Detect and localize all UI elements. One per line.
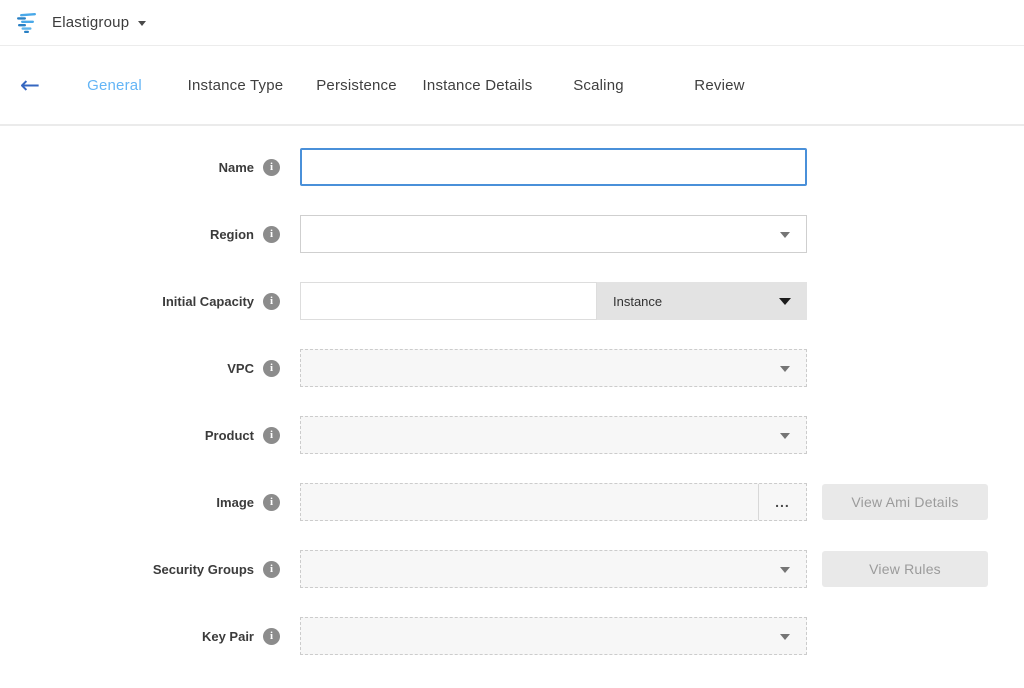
field-col bbox=[300, 550, 807, 588]
region-select[interactable] bbox=[300, 215, 807, 253]
label-col: Product i bbox=[0, 427, 280, 444]
product-label: Product bbox=[205, 428, 254, 443]
label-col: Name i bbox=[0, 159, 280, 176]
info-icon[interactable]: i bbox=[263, 628, 280, 645]
form-row-region: Region i bbox=[0, 215, 1024, 253]
back-button[interactable]: ← bbox=[20, 70, 50, 100]
field-col bbox=[300, 349, 807, 387]
dropdown-caret-icon bbox=[779, 298, 791, 305]
wizard-tabs: General Instance Type Persistence Instan… bbox=[54, 77, 780, 94]
label-col: Image i bbox=[0, 494, 280, 511]
view-ami-details-button: View Ami Details bbox=[822, 484, 988, 520]
info-icon[interactable]: i bbox=[263, 494, 280, 511]
tab-instance-details[interactable]: Instance Details bbox=[417, 77, 538, 94]
form-row-security-groups: Security Groups i View Rules bbox=[0, 550, 1024, 588]
info-icon[interactable]: i bbox=[263, 226, 280, 243]
form-row-image: Image i ... View Ami Details bbox=[0, 483, 1024, 521]
info-icon[interactable]: i bbox=[263, 360, 280, 377]
label-col: Security Groups i bbox=[0, 561, 280, 578]
initial-capacity-input[interactable] bbox=[300, 282, 597, 320]
name-input[interactable] bbox=[300, 148, 807, 186]
security-groups-label: Security Groups bbox=[153, 562, 254, 577]
label-col: Key Pair i bbox=[0, 628, 280, 645]
capacity-unit-value: Instance bbox=[613, 294, 662, 309]
form-row-name: Name i bbox=[0, 148, 1024, 186]
field-col: ... bbox=[300, 483, 807, 521]
tab-persistence[interactable]: Persistence bbox=[296, 77, 417, 94]
image-label: Image bbox=[216, 495, 254, 510]
dropdown-caret-icon bbox=[780, 567, 790, 573]
field-col bbox=[300, 617, 807, 655]
label-col: Initial Capacity i bbox=[0, 293, 280, 310]
form-row-key-pair: Key Pair i bbox=[0, 617, 1024, 655]
tab-instance-type[interactable]: Instance Type bbox=[175, 77, 296, 94]
wizard-tab-bar: ← General Instance Type Persistence Inst… bbox=[0, 46, 1024, 126]
info-icon[interactable]: i bbox=[263, 561, 280, 578]
region-label: Region bbox=[210, 227, 254, 242]
browse-ellipsis-button: ... bbox=[758, 484, 806, 520]
dropdown-caret-icon bbox=[780, 433, 790, 439]
field-col bbox=[300, 148, 807, 186]
tab-scaling[interactable]: Scaling bbox=[538, 77, 659, 94]
label-col: VPC i bbox=[0, 360, 280, 377]
label-col: Region i bbox=[0, 226, 280, 243]
vpc-label: VPC bbox=[227, 361, 254, 376]
security-groups-select-disabled bbox=[300, 550, 807, 588]
app-switcher[interactable]: Elastigroup bbox=[16, 11, 146, 35]
dropdown-caret-icon bbox=[780, 634, 790, 640]
capacity-unit-select[interactable]: Instance bbox=[597, 282, 807, 320]
app-name: Elastigroup bbox=[52, 14, 129, 31]
field-col bbox=[300, 215, 807, 253]
image-input-disabled: ... bbox=[300, 483, 807, 521]
info-icon[interactable]: i bbox=[263, 293, 280, 310]
form-row-initial-capacity: Initial Capacity i Instance bbox=[0, 282, 1024, 320]
info-icon[interactable]: i bbox=[263, 427, 280, 444]
form-row-product: Product i bbox=[0, 416, 1024, 454]
field-col bbox=[300, 416, 807, 454]
chevron-down-icon bbox=[138, 21, 146, 26]
name-label: Name bbox=[219, 160, 254, 175]
tab-general[interactable]: General bbox=[54, 77, 175, 94]
general-form: Name i Region i Initial Capacity i Insta… bbox=[0, 126, 1024, 655]
dropdown-caret-icon bbox=[780, 366, 790, 372]
top-bar: Elastigroup bbox=[0, 0, 1024, 46]
dropdown-caret-icon bbox=[780, 232, 790, 238]
tab-review[interactable]: Review bbox=[659, 77, 780, 94]
product-select-disabled bbox=[300, 416, 807, 454]
vpc-select-disabled bbox=[300, 349, 807, 387]
key-pair-label: Key Pair bbox=[202, 629, 254, 644]
elastigroup-logo-icon bbox=[16, 11, 40, 35]
form-row-vpc: VPC i bbox=[0, 349, 1024, 387]
key-pair-select-disabled bbox=[300, 617, 807, 655]
view-rules-button: View Rules bbox=[822, 551, 988, 587]
field-col: Instance bbox=[300, 282, 807, 320]
initial-capacity-label: Initial Capacity bbox=[162, 294, 254, 309]
info-icon[interactable]: i bbox=[263, 159, 280, 176]
